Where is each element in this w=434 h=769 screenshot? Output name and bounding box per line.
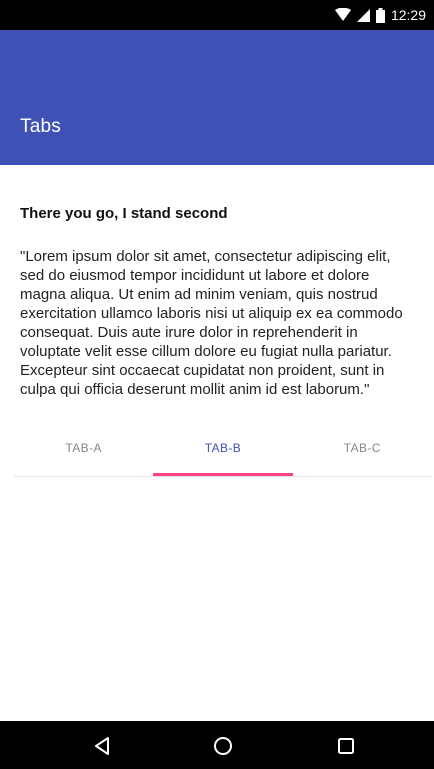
- battery-icon: [375, 7, 385, 23]
- back-icon[interactable]: [89, 733, 115, 759]
- tab-a[interactable]: TAB-A: [14, 432, 153, 476]
- tab-b-label: TAB-B: [204, 441, 242, 455]
- tab-c-label: TAB-C: [343, 441, 381, 455]
- signal-icon: [356, 8, 370, 22]
- active-tab-indicator: [153, 473, 293, 476]
- app-screen: 12:29 Tabs There you go, I stand second …: [0, 0, 434, 769]
- content-title: There you go, I stand second: [20, 205, 228, 222]
- tab-bar: TAB-A TAB-B TAB-C: [14, 432, 432, 477]
- tab-b[interactable]: TAB-B: [153, 432, 293, 476]
- wifi-icon: [334, 8, 351, 21]
- app-bar: Tabs: [0, 30, 434, 165]
- status-icons: 12:29: [334, 6, 426, 24]
- tab-a-label: TAB-A: [65, 441, 102, 455]
- home-icon[interactable]: [210, 733, 236, 759]
- tab-c[interactable]: TAB-C: [293, 432, 432, 476]
- navigation-bar: [0, 721, 434, 769]
- recents-icon[interactable]: [333, 733, 359, 759]
- status-bar: 12:29: [0, 0, 434, 30]
- content-body: "Lorem ipsum dolor sit amet, consectetur…: [20, 248, 403, 398]
- app-title: Tabs: [20, 116, 61, 137]
- status-time: 12:29: [390, 7, 426, 23]
